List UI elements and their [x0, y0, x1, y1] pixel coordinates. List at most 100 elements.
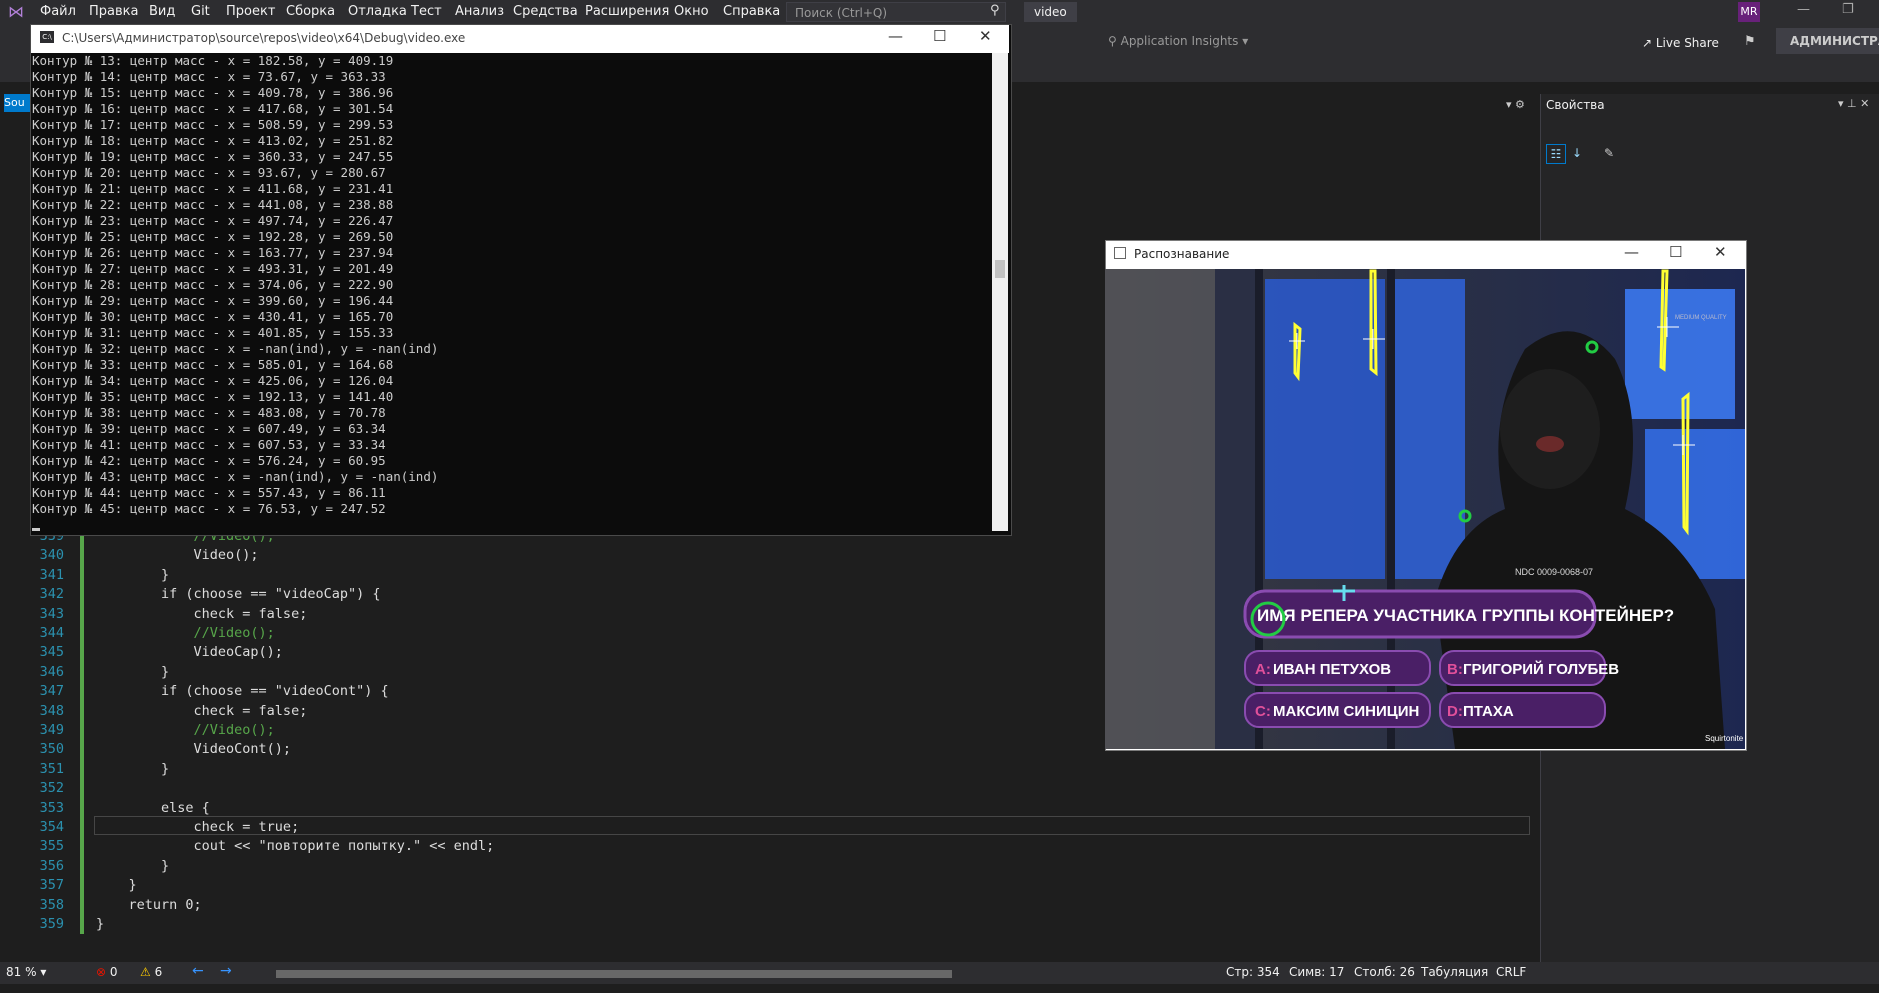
alphabetical-icon[interactable]: ↓ [1568, 144, 1586, 162]
menu-item-5[interactable]: Сборка [286, 4, 335, 19]
answer-c-letter: C: [1255, 703, 1271, 720]
application-insights-button[interactable]: ⚲ Application Insights ▾ [1108, 34, 1248, 48]
code-text: if (choose == "videoCont") { [96, 683, 389, 700]
menu-item-8[interactable]: Анализ [455, 4, 504, 19]
restore-icon[interactable]: ❐ [1842, 2, 1854, 17]
warnings-count: 6 [154, 965, 163, 979]
console-line: Контур № 43: центр масс - x = -nan(ind),… [32, 469, 439, 484]
console-line: Контур № 38: центр масс - x = 483.08, y … [32, 405, 386, 420]
search-icon: ⚲ [990, 3, 1000, 18]
ndc-label: NDC 0009-0068-07 [1515, 567, 1593, 577]
minimize-icon[interactable]: — [1797, 2, 1810, 17]
menu-item-11[interactable]: Окно [674, 4, 709, 19]
feedback-icon[interactable]: ⚑ [1744, 34, 1756, 49]
horizontal-scrollbar-thumb[interactable] [276, 970, 952, 978]
menu-item-2[interactable]: Вид [149, 4, 175, 19]
property-pages-icon[interactable]: ✎ [1600, 144, 1618, 162]
answer-d-text: ПТАХА [1463, 703, 1514, 720]
console-line: Контур № 17: центр масс - x = 508.59, y … [32, 117, 394, 132]
console-app-icon: C:\ [40, 31, 54, 43]
menu-item-7[interactable]: Тест [411, 4, 442, 19]
pin-icon[interactable]: ▾ ⊥ ✕ [1838, 97, 1869, 110]
answer-b-text: ГРИГОРИЙ ГОЛУБЕВ [1463, 660, 1619, 678]
console-scrollbar-thumb[interactable] [995, 260, 1005, 278]
warnings-indicator[interactable]: ⚠ 6 [140, 965, 162, 979]
answer-c-text: МАКСИМ СИНИЦИН [1273, 703, 1419, 720]
code-text: } [96, 857, 170, 874]
code-text: } [96, 760, 170, 777]
recognition-window-title: Распознавание [1134, 247, 1230, 261]
line-number: 345 [39, 644, 64, 661]
console-line: Контур № 41: центр масс - x = 607.53, y … [32, 437, 386, 452]
menu-item-3[interactable]: Git [191, 4, 210, 19]
console-line: Контур № 25: центр масс - x = 192.28, y … [32, 229, 394, 244]
menu-item-10[interactable]: Расширения [585, 4, 669, 19]
console-line: Контур № 31: центр масс - x = 401.85, y … [32, 325, 394, 340]
line-number: 347 [39, 683, 64, 700]
properties-toolbar: ☷ ↓ ✎ [1546, 144, 1626, 164]
column-indicator[interactable]: Столб: 26 [1354, 965, 1415, 979]
console-line: Контур № 27: центр масс - x = 493.31, y … [32, 261, 394, 276]
code-text: //Video(); [96, 625, 275, 641]
console-maximize-icon[interactable]: ☐ [933, 27, 946, 45]
line-number: 357 [39, 877, 64, 894]
answer-d-letter: D: [1447, 703, 1463, 720]
code-line: 356 } [0, 856, 1536, 876]
menu-item-12[interactable]: Справка [723, 4, 780, 19]
console-output: Контур № 13: центр масс - x = 182.58, y … [32, 53, 992, 531]
navigate-back-icon[interactable]: ← [192, 963, 204, 979]
line-number: 353 [39, 799, 64, 816]
eol-indicator[interactable]: CRLF [1496, 965, 1526, 979]
recognition-minimize-icon[interactable]: — [1624, 243, 1639, 261]
bottom-strip [0, 984, 1879, 993]
line-indicator[interactable]: Стр: 354 [1226, 965, 1280, 979]
console-line: Контур № 45: центр масс - x = 76.53, y =… [32, 501, 386, 516]
code-text: } [96, 916, 105, 932]
menu-item-4[interactable]: Проект [226, 4, 275, 19]
zoom-level[interactable]: 81 % ▾ [6, 965, 46, 979]
editor-settings-icon[interactable]: ▾ ⚙ [1506, 98, 1525, 111]
errors-indicator[interactable]: ⊗ 0 [96, 965, 118, 979]
menu-item-9[interactable]: Средства [513, 4, 578, 19]
console-line: Контур № 13: центр масс - x = 182.58, y … [32, 53, 394, 68]
search-input[interactable]: Поиск (Ctrl+Q) [786, 2, 1006, 22]
avatar[interactable]: MR [1738, 2, 1760, 22]
properties-title: Свойства [1546, 98, 1605, 112]
code-line: 351 } [0, 759, 1536, 779]
line-number: 346 [39, 663, 64, 680]
navigate-forward-icon[interactable]: → [220, 963, 232, 979]
menu-item-0[interactable]: Файл [40, 4, 76, 19]
account-button[interactable]: АДМИНИСТРАТОР [1776, 28, 1879, 54]
symbol-indicator[interactable]: Симв: 17 [1289, 965, 1344, 979]
code-text: return 0; [96, 896, 202, 913]
line-number: 348 [39, 702, 64, 719]
recognition-close-icon[interactable]: ✕ [1714, 243, 1727, 261]
console-close-icon[interactable]: ✕ [979, 27, 992, 45]
solution-name: video [1024, 2, 1077, 22]
line-number: 356 [39, 857, 64, 874]
visual-studio-logo-icon[interactable]: ⋈ [8, 3, 26, 21]
menu-item-1[interactable]: Правка [89, 4, 138, 19]
console-line: Контур № 19: центр масс - x = 360.33, y … [32, 149, 394, 164]
menu-item-6[interactable]: Отладка [348, 4, 407, 19]
console-line: Контур № 15: центр масс - x = 409.78, y … [32, 85, 394, 100]
line-number: 349 [39, 722, 64, 738]
console-line: Контур № 35: центр масс - x = 192.13, y … [32, 389, 394, 404]
code-line: 353 else { [0, 798, 1536, 818]
console-line: Контур № 14: центр масс - x = 73.67, y =… [32, 69, 386, 84]
answer-a-text: ИВАН ПЕТУХОВ [1273, 661, 1391, 678]
live-share-button[interactable]: ↗ Live Share [1642, 36, 1719, 50]
errors-count: 0 [109, 965, 118, 979]
console-minimize-icon[interactable]: — [888, 27, 903, 45]
console-line: Контур № 22: центр масс - x = 441.08, y … [32, 197, 394, 212]
line-number: 355 [39, 838, 64, 855]
line-number: 340 [39, 547, 64, 564]
tabs-indicator[interactable]: Табуляция [1421, 965, 1488, 979]
console-line: Контур № 34: центр масс - x = 425.06, y … [32, 373, 394, 388]
console-line: Контур № 39: центр масс - x = 607.49, y … [32, 421, 386, 436]
categorized-icon[interactable]: ☷ [1546, 144, 1566, 164]
code-line: 352 [0, 778, 1536, 798]
console-scrollbar[interactable] [992, 53, 1008, 531]
console-line: Контур № 20: центр масс - x = 93.67, y =… [32, 165, 386, 180]
recognition-maximize-icon[interactable]: ☐ [1669, 243, 1682, 261]
